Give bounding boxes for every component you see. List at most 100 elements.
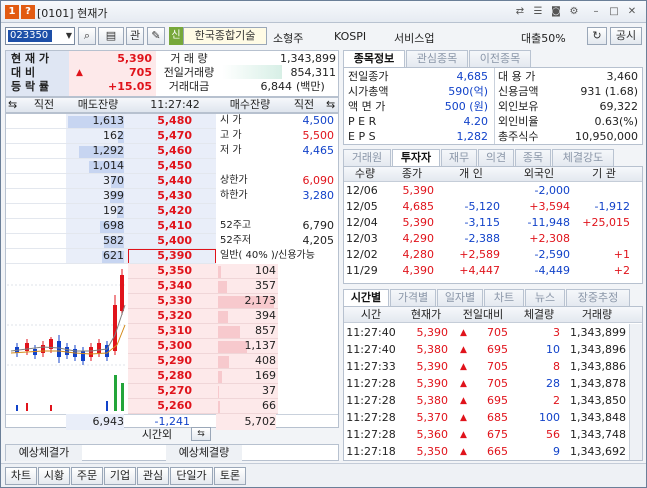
investor-value: -1,912 <box>594 200 630 213</box>
ask-price[interactable]: 5,390 <box>130 248 192 264</box>
bid-scroll-icon[interactable]: ⇆ <box>326 97 335 113</box>
search-button[interactable]: ⌕ <box>78 27 96 45</box>
ask-price[interactable]: 5,480 <box>130 113 192 129</box>
info-value: 500 (원) <box>444 100 488 113</box>
bid-qty: 66 <box>262 399 276 412</box>
up-arrow-icon: ▲ <box>460 362 467 372</box>
tab-watchlist[interactable]: 관심종목 <box>406 50 468 67</box>
tick-scrollbar[interactable] <box>629 324 642 460</box>
bid-price[interactable]: 5,280 <box>130 368 192 384</box>
bottom-button[interactable]: 시황 <box>38 467 70 485</box>
ask-price[interactable]: 5,430 <box>130 188 192 204</box>
bottom-button[interactable]: 기업 <box>104 467 136 485</box>
investor-value: +2 <box>613 264 630 277</box>
tab-by-time[interactable]: 시간별 <box>343 289 389 306</box>
bid-price[interactable]: 5,270 <box>130 383 192 399</box>
bottom-button[interactable]: 단일가 <box>170 467 213 485</box>
company-name[interactable]: 한국종합기술 <box>183 27 267 45</box>
info-label: 하한가 <box>220 190 248 201</box>
toolbar: 023350 ▼ ⌕ ▤ 관 ✎ 신 한국종합기술 소형주 KOSPI 서비스업… <box>1 24 646 48</box>
info-value: 0.63(%) <box>594 115 638 128</box>
tab-by-date[interactable]: 일자별 <box>437 289 483 306</box>
tab-broker[interactable]: 거래원 <box>343 149 391 166</box>
tab-chart[interactable]: 차트 <box>484 289 524 306</box>
chevron-down-icon[interactable]: ▼ <box>66 31 72 40</box>
tab-opinion[interactable]: 의견 <box>478 149 514 166</box>
tick-diff: 675 <box>487 428 508 441</box>
ask-price[interactable]: 5,470 <box>130 128 192 144</box>
close-icon[interactable]: ✕ <box>625 5 639 19</box>
bid-price[interactable]: 5,260 <box>130 398 192 414</box>
tab-news[interactable]: 뉴스 <box>525 289 565 306</box>
investor-table: 수량 종가 개 인 외국인 기 관 12/06 5,390 -2,000 12/05 4,685 -… <box>343 166 643 284</box>
investor-col-header[interactable]: 종가 <box>386 166 438 182</box>
bid-price[interactable]: 5,310 <box>130 323 192 339</box>
related-button[interactable]: 관 <box>126 27 144 45</box>
market-label: KOSPI <box>334 30 367 43</box>
investor-col-header[interactable]: 외국인 <box>504 166 574 182</box>
bid-qty: 104 <box>255 264 276 277</box>
stock-list-button[interactable]: ▤ <box>98 27 124 45</box>
bid-price[interactable]: 5,340 <box>130 278 192 294</box>
tick-volume: 1,343,878 <box>570 377 626 390</box>
bottom-button[interactable]: 주문 <box>71 467 103 485</box>
tab-by-price[interactable]: 가격별 <box>390 289 436 306</box>
bid-price[interactable]: 5,350 <box>130 263 192 279</box>
investor-col-header[interactable]: 수량 <box>344 166 386 182</box>
tab-stock[interactable]: 종목 <box>515 149 551 166</box>
tab-financials[interactable]: 재무 <box>441 149 477 166</box>
info-value <box>276 248 334 264</box>
settings-icon[interactable]: ⚙ <box>567 5 581 19</box>
bid-price[interactable]: 5,290 <box>130 353 192 369</box>
ask-price[interactable]: 5,420 <box>130 203 192 219</box>
ask-scroll-icon[interactable]: ⇆ <box>8 97 17 113</box>
volume-bars <box>16 375 124 411</box>
tick-diff: 705 <box>487 360 508 373</box>
help-icon[interactable]: ? <box>21 5 35 19</box>
tick-qty: 8 <box>553 360 560 373</box>
window: 1 ? [0101] 현재가 ⇄ ☰ ◙ ⚙ – □ ✕ 023350 ▼ ⌕ … <box>0 0 647 488</box>
minimize-icon[interactable]: – <box>589 5 603 19</box>
candles <box>15 269 124 365</box>
tab-investor[interactable]: 투자자 <box>392 149 440 166</box>
tab-strength[interactable]: 체결강도 <box>552 149 614 166</box>
toggle-icon[interactable]: ⇆ <box>191 427 211 441</box>
bottom-button[interactable]: 차트 <box>5 467 37 485</box>
tick-qty: 56 <box>546 428 560 441</box>
ask-qty: 1,613 <box>92 114 125 127</box>
investor-col-header[interactable]: 개 인 <box>438 166 504 182</box>
ask-price[interactable]: 5,400 <box>130 233 192 249</box>
link-icon[interactable]: ⇄ <box>513 5 527 19</box>
info-value <box>276 203 334 219</box>
ask-price[interactable]: 5,440 <box>130 173 192 189</box>
info-label: 저 가 <box>220 145 242 156</box>
bottom-button[interactable]: 토론 <box>214 467 246 485</box>
notice-button[interactable]: 공시 <box>610 27 642 45</box>
ask-price[interactable]: 5,460 <box>130 143 192 159</box>
stock-info-table: 전일종가 4,685 대 용 가 3,460 시가총액 590(억) 신용금액 931 (1.… <box>343 67 643 145</box>
tab-estimate[interactable]: 장중추정 <box>566 289 630 306</box>
maximize-icon[interactable]: □ <box>607 5 621 19</box>
memo-button[interactable]: ✎ <box>147 27 165 45</box>
loan-rate-label: 대출50% <box>521 32 566 45</box>
tick-qty: 9 <box>553 445 560 458</box>
ask-price[interactable]: 5,450 <box>130 158 192 174</box>
investor-value: -2,388 <box>464 232 500 245</box>
ask-price[interactable]: 5,410 <box>130 218 192 234</box>
tab-stock-info[interactable]: 종목정보 <box>343 50 405 67</box>
tab-previous-stock[interactable]: 이전종목 <box>469 50 531 67</box>
refresh-button[interactable]: ↻ <box>587 27 607 45</box>
bid-price[interactable]: 5,330 <box>130 293 192 309</box>
window-number-badge[interactable]: 1 <box>5 5 19 19</box>
bid-price[interactable]: 5,300 <box>130 338 192 354</box>
camera-icon[interactable]: ◙ <box>549 5 563 19</box>
stock-code-input[interactable]: 023350 ▼ <box>5 27 75 45</box>
info-value: 69,322 <box>599 100 639 113</box>
bottom-button[interactable]: 관심 <box>137 467 169 485</box>
list-icon[interactable]: ☰ <box>531 5 545 19</box>
investor-col-header[interactable]: 기 관 <box>574 166 634 182</box>
tick-volume: 1,343,848 <box>570 411 626 424</box>
tick-price: 5,360 <box>416 428 449 441</box>
bid-price[interactable]: 5,320 <box>130 308 192 324</box>
tick-price: 5,390 <box>416 326 449 339</box>
